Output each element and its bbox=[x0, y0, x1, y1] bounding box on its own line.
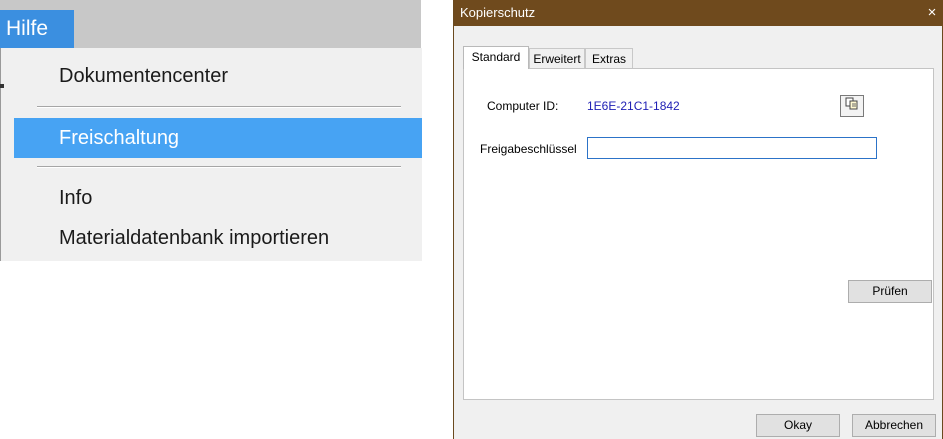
menubar: Hilfe bbox=[0, 0, 421, 48]
menu-separator bbox=[37, 106, 401, 108]
copy-icon bbox=[845, 97, 859, 116]
abbrechen-button[interactable]: Abbrechen bbox=[852, 414, 936, 437]
menu-item-freischaltung[interactable]: Freischaltung bbox=[14, 118, 422, 158]
tab-extras[interactable]: Extras bbox=[585, 48, 633, 68]
kopierschutz-dialog: Kopierschutz × Standard Erweitert Extras bbox=[453, 0, 943, 439]
tab-standard[interactable]: Standard bbox=[463, 46, 529, 69]
copy-button[interactable] bbox=[840, 95, 864, 117]
menu-item-info[interactable]: Info bbox=[14, 178, 422, 218]
pruefen-button[interactable]: Prüfen bbox=[848, 280, 932, 303]
computer-id-value: 1E6E-21C1-1842 bbox=[587, 99, 680, 113]
computer-id-label: Computer ID: bbox=[487, 99, 559, 113]
help-dropdown: Dokumentencenter Freischaltung Info Mate… bbox=[0, 48, 422, 261]
dialog-titlebar: Kopierschutz × bbox=[454, 0, 943, 26]
dialog-title: Kopierschutz bbox=[460, 5, 536, 20]
menu-separator bbox=[37, 166, 401, 168]
help-menu: Hilfe Dokumentencenter Freischaltung Inf… bbox=[0, 0, 422, 261]
tab-erweitert[interactable]: Erweitert bbox=[529, 48, 585, 68]
tab-panel-standard bbox=[463, 68, 934, 400]
menu-item-materialdatenbank-importieren[interactable]: Materialdatenbank importieren bbox=[14, 218, 422, 258]
freigabeschluessel-input[interactable] bbox=[587, 137, 877, 159]
menu-item-dokumentencenter[interactable]: Dokumentencenter bbox=[14, 56, 422, 96]
menu-hilfe[interactable]: Hilfe bbox=[0, 10, 74, 48]
freigabeschluessel-label: Freigabeschlüssel bbox=[480, 142, 577, 156]
close-icon[interactable]: × bbox=[924, 0, 940, 26]
menu-edge-mark bbox=[0, 84, 4, 88]
okay-button[interactable]: Okay bbox=[756, 414, 840, 437]
